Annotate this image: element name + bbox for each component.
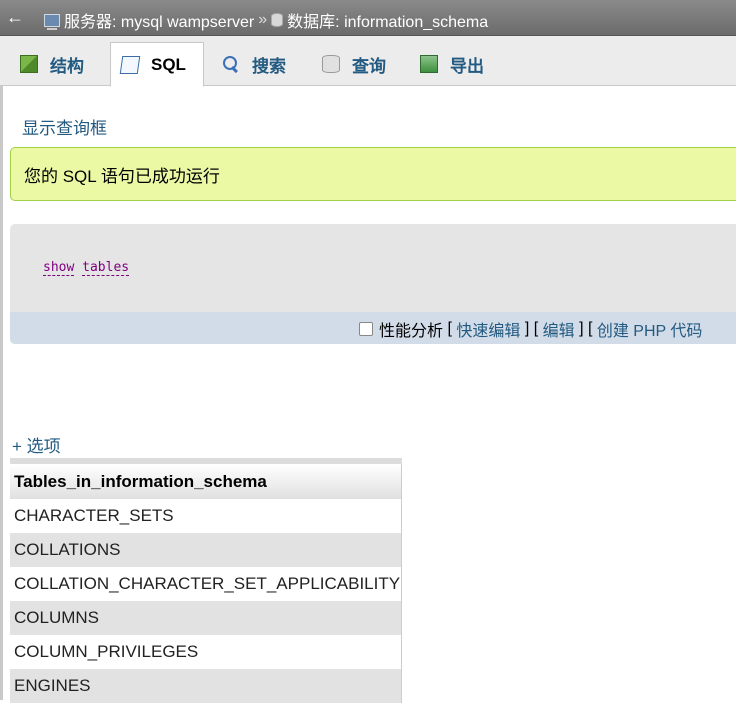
breadcrumb-server[interactable]: 服务器: mysql wampserver: [64, 8, 254, 32]
search-icon: [222, 55, 240, 73]
tab-query[interactable]: 查询: [312, 42, 396, 86]
sql-keyword-show[interactable]: show: [43, 260, 75, 276]
sql-keyword-tables[interactable]: tables: [82, 260, 130, 276]
sql-icon: [119, 55, 141, 74]
table-row: COLUMN_PRIVILEGES: [10, 635, 402, 669]
tab-search[interactable]: 搜索: [212, 42, 296, 86]
tab-query-label: 查询: [352, 56, 386, 76]
bracket-open: [: [443, 320, 457, 337]
export-icon: [420, 55, 438, 73]
query-tools: 性能分析 [ 快速编辑 ] [ 编辑 ] [ 创建 PHP 代码: [359, 317, 702, 341]
breadcrumb-database[interactable]: 数据库: information_schema: [287, 8, 488, 32]
sql-query-box: show tables 性能分析 [ 快速编辑 ] [ 编辑 ] [ 创建 PH…: [10, 224, 736, 344]
table-cell[interactable]: COLUMN_PRIVILEGES: [10, 635, 402, 669]
top-breadcrumb-bar: ← 服务器: mysql wampserver » 数据库: informati…: [0, 0, 736, 36]
table-row: CHARACTER_SETS: [10, 499, 402, 533]
back-arrow-icon[interactable]: ←: [0, 0, 30, 34]
options-link[interactable]: + 选项: [12, 432, 61, 457]
tab-sql-label: SQL: [151, 54, 186, 74]
table-row: COLLATIONS: [10, 533, 402, 567]
result-table: Tables_in_information_schema CHARACTER_S…: [10, 458, 402, 703]
table-row: ENGINES: [10, 669, 402, 703]
tab-structure[interactable]: 结构: [10, 42, 94, 86]
breadcrumb-separator: »: [258, 11, 268, 28]
edit-link[interactable]: 编辑: [543, 317, 575, 341]
structure-icon: [20, 55, 38, 73]
table-cell[interactable]: COLLATION_CHARACTER_SET_APPLICABILITY: [10, 567, 402, 601]
tab-export-label: 导出: [450, 56, 484, 76]
success-message-text: 您的 SQL 语句已成功运行: [24, 166, 220, 186]
profiling-label: 性能分析: [379, 323, 444, 340]
create-php-code-link[interactable]: 创建 PHP 代码: [597, 317, 703, 341]
left-frame-edge: [0, 86, 3, 700]
table-row: COLUMNS: [10, 601, 402, 635]
column-header[interactable]: Tables_in_information_schema: [10, 458, 402, 499]
server-icon: [44, 13, 60, 30]
show-query-box-link[interactable]: 显示查询框: [22, 114, 107, 139]
database-icon: [271, 13, 284, 27]
breadcrumb: 服务器: mysql wampserver » 数据库: information…: [44, 8, 488, 32]
table-cell[interactable]: CHARACTER_SETS: [10, 499, 402, 533]
table-row: COLLATION_CHARACTER_SET_APPLICABILITY: [10, 567, 402, 601]
table-cell[interactable]: COLLATIONS: [10, 533, 402, 567]
tab-search-label: 搜索: [252, 56, 286, 76]
query-tools-bar: 性能分析 [ 快速编辑 ] [ 编辑 ] [ 创建 PHP 代码: [10, 312, 736, 344]
table-cell[interactable]: COLUMNS: [10, 601, 402, 635]
query-icon: [322, 55, 340, 73]
sql-code: show tables: [43, 260, 130, 276]
quick-edit-link[interactable]: 快速编辑: [456, 317, 520, 341]
tab-structure-label: 结构: [50, 56, 84, 76]
bracket-close-2: ] [: [574, 320, 597, 337]
bracket-close: ] [: [520, 320, 543, 337]
tab-sql[interactable]: SQL: [110, 42, 204, 87]
table-cell[interactable]: ENGINES: [10, 669, 402, 703]
success-message: 您的 SQL 语句已成功运行: [10, 147, 736, 201]
tab-export[interactable]: 导出: [410, 42, 494, 86]
tab-bar: 结构 SQL 搜索 查询 导出: [0, 36, 736, 87]
profiling-checkbox[interactable]: [359, 322, 373, 336]
